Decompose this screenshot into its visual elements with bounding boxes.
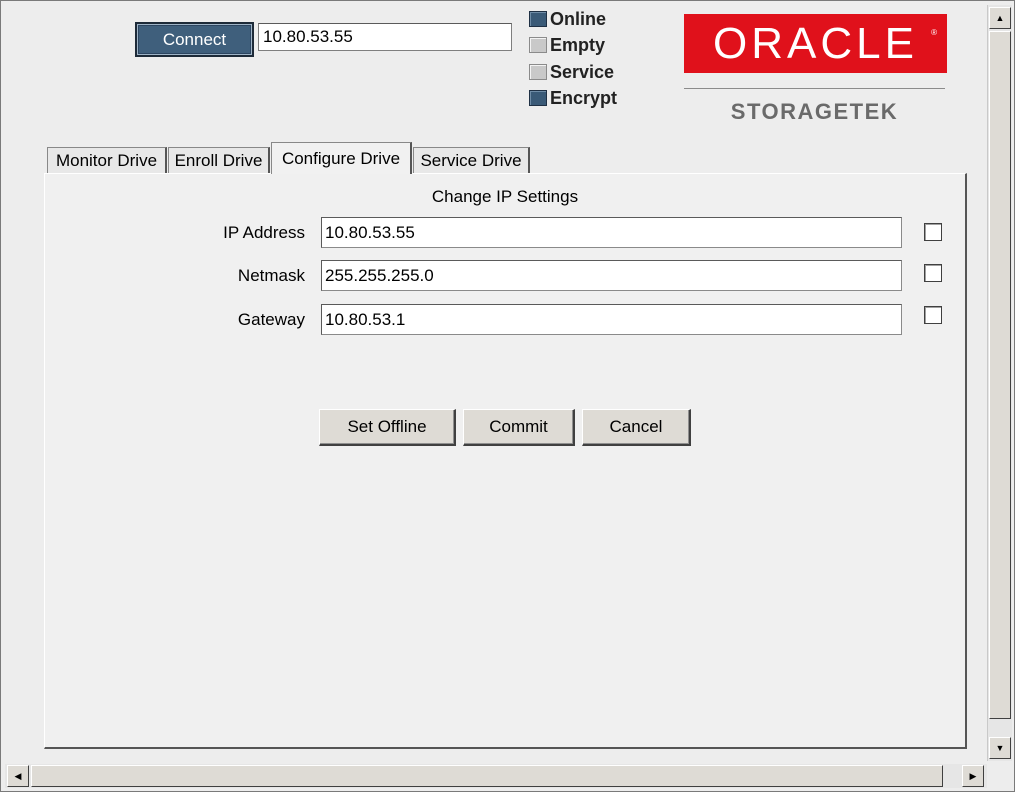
status-encrypt-indicator <box>529 90 547 106</box>
cancel-button[interactable]: Cancel <box>582 409 691 446</box>
status-empty-indicator <box>529 37 547 53</box>
app-window: Connect Online Empty Service Encrypt ORA… <box>0 0 1015 792</box>
configure-drive-panel: Change IP Settings IP Address Netmask Ga… <box>44 173 967 749</box>
status-online-label: Online <box>550 8 607 29</box>
netmask-input[interactable] <box>321 260 902 291</box>
scrollbar-corner <box>987 764 1012 789</box>
netmask-checkbox[interactable] <box>924 264 942 282</box>
ip-address-checkbox[interactable] <box>924 223 942 241</box>
status-service: Service <box>529 61 614 83</box>
oracle-logo: ORACLE ® <box>684 14 947 73</box>
status-empty: Empty <box>529 34 605 56</box>
set-offline-button[interactable]: Set Offline <box>319 409 456 446</box>
netmask-label: Netmask <box>237 266 305 285</box>
registered-mark: ® <box>931 28 937 37</box>
commit-button[interactable]: Commit <box>463 409 575 446</box>
scroll-up-icon[interactable]: ▲ <box>989 7 1011 29</box>
horizontal-scroll-thumb[interactable] <box>31 765 943 787</box>
vertical-scrollbar[interactable]: ▲ ▼ <box>987 5 1012 761</box>
ip-address-label: IP Address <box>223 223 305 242</box>
oracle-logo-text: ORACLE <box>713 18 918 68</box>
storagetek-logo: STORAGETEK <box>730 99 899 124</box>
status-service-indicator <box>529 64 547 80</box>
gateway-checkbox[interactable] <box>924 306 942 324</box>
status-service-label: Service <box>550 61 615 82</box>
status-online: Online <box>529 8 606 30</box>
logo-divider <box>684 88 945 89</box>
section-title: Change IP Settings <box>431 187 579 206</box>
drive-address-input[interactable] <box>258 23 512 51</box>
status-encrypt: Encrypt <box>529 87 617 109</box>
status-encrypt-label: Encrypt <box>550 87 618 108</box>
tab-monitor-drive[interactable]: Monitor Drive <box>47 147 167 173</box>
scroll-down-icon[interactable]: ▼ <box>989 737 1011 759</box>
gateway-label: Gateway <box>237 310 305 329</box>
vertical-scroll-thumb[interactable] <box>989 31 1011 719</box>
ip-address-input[interactable] <box>321 217 902 248</box>
status-empty-label: Empty <box>550 34 606 55</box>
tab-enroll-drive[interactable]: Enroll Drive <box>168 147 270 173</box>
connect-button[interactable]: Connect <box>135 22 254 57</box>
horizontal-scrollbar[interactable]: ◀ ▶ <box>5 764 987 788</box>
scroll-right-icon[interactable]: ▶ <box>962 765 984 787</box>
status-online-indicator <box>529 11 547 27</box>
tab-configure-drive[interactable]: Configure Drive <box>271 142 412 174</box>
scroll-left-icon[interactable]: ◀ <box>7 765 29 787</box>
tab-service-drive[interactable]: Service Drive <box>413 147 530 173</box>
gateway-input[interactable] <box>321 304 902 335</box>
